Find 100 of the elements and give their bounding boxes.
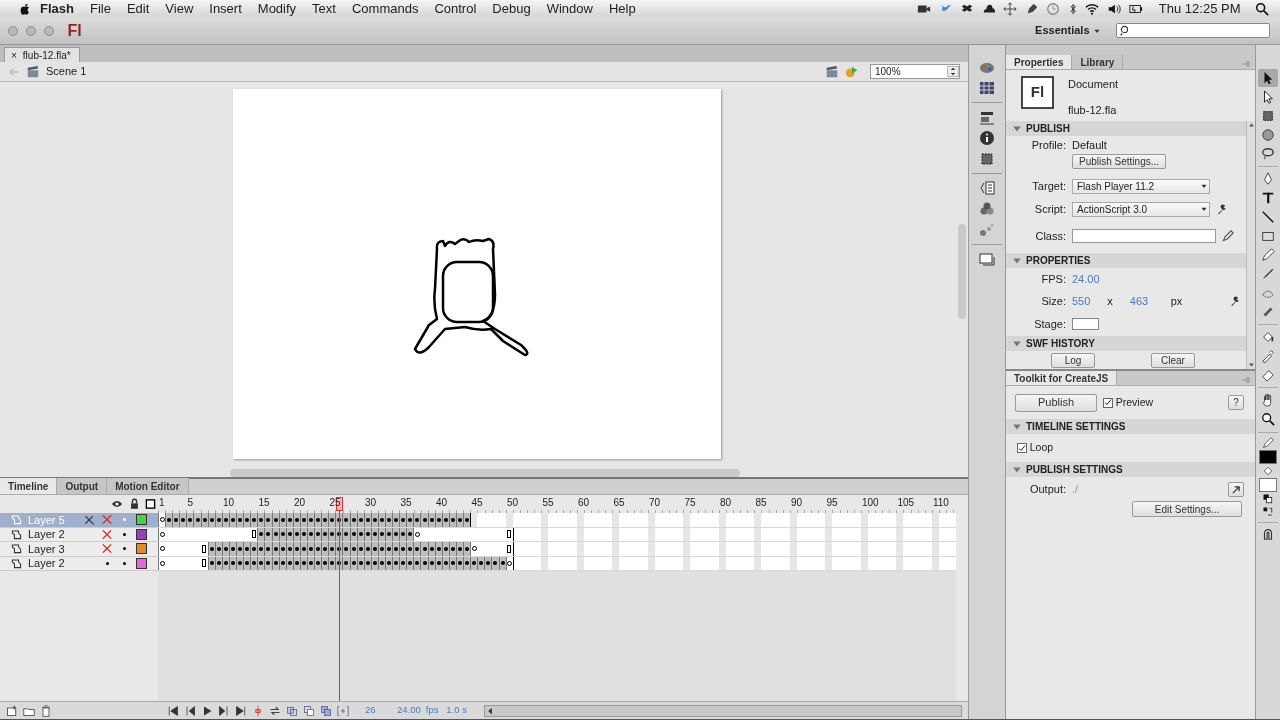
stage-color-swatch[interactable]: [1072, 318, 1099, 330]
paint-bucket-icon[interactable]: [1261, 330, 1275, 344]
menu-item[interactable]: Debug: [484, 0, 539, 19]
section-header[interactable]: PUBLISH: [1006, 121, 1246, 136]
free-transform-icon[interactable]: [1261, 109, 1275, 123]
edit-scene-icon[interactable]: [825, 64, 839, 79]
preview-label[interactable]: Preview: [1115, 394, 1154, 411]
edit-settings-button[interactable]: Edit Settings...: [1132, 501, 1242, 517]
project-icon[interactable]: [979, 251, 995, 267]
first-frame-icon[interactable]: [167, 704, 179, 717]
unlocked-dot[interactable]: [122, 561, 126, 565]
unlocked-dot[interactable]: [122, 532, 126, 536]
workspace-switcher[interactable]: Essentials: [1035, 22, 1090, 39]
stroke-color-swatch[interactable]: [1259, 450, 1277, 464]
clock-text[interactable]: Thu 12:25 PM: [1150, 0, 1249, 19]
swap-colors-icon[interactable]: [1262, 506, 1274, 518]
info-icon[interactable]: [979, 130, 995, 146]
layer-color-swatch[interactable]: [136, 515, 146, 525]
visible-dot[interactable]: [105, 561, 109, 565]
scroll-down-icon[interactable]: [1247, 361, 1256, 369]
wrench-icon[interactable]: [1216, 203, 1228, 215]
rectangle-tool-icon[interactable]: [1261, 229, 1275, 243]
brush-tool-icon[interactable]: [1261, 267, 1275, 281]
hidden-x-icon[interactable]: [101, 543, 113, 555]
lasso-icon[interactable]: [1261, 147, 1275, 161]
stepper-icon[interactable]: [947, 65, 959, 78]
text-tool-icon[interactable]: [1261, 191, 1275, 205]
snap-magnet-icon[interactable]: [1261, 527, 1275, 541]
menu-item[interactable]: Window: [538, 0, 601, 19]
frame-span[interactable]: [158, 542, 514, 556]
clapper-icon[interactable]: [26, 64, 40, 79]
next-frame-icon[interactable]: [218, 704, 230, 717]
menu-item[interactable]: Insert: [201, 0, 250, 19]
outline-icon[interactable]: [145, 498, 156, 510]
eye-icon[interactable]: [111, 498, 123, 510]
pencil-icon[interactable]: [1222, 230, 1234, 242]
layer-row[interactable]: Layer 3: [0, 542, 158, 557]
onion-markers-icon[interactable]: [337, 704, 349, 717]
new-layer-icon[interactable]: [6, 704, 18, 717]
menu-item[interactable]: Commands: [343, 0, 427, 19]
panel-tab[interactable]: Motion Editor: [107, 478, 189, 494]
fill-color-swatch[interactable]: [1259, 478, 1277, 492]
script-dropdown[interactable]: ActionScript 3.0: [1072, 201, 1210, 217]
publish-settings-button[interactable]: Publish Settings...: [1072, 153, 1167, 169]
panel-tab[interactable]: Properties: [1006, 55, 1073, 69]
layer-name[interactable]: Layer 2: [22, 526, 80, 543]
last-frame-icon[interactable]: [235, 704, 247, 717]
layer-color-swatch[interactable]: [136, 558, 146, 568]
open-output-button[interactable]: [1228, 481, 1244, 497]
move-icon[interactable]: [1002, 1, 1019, 16]
menu-item[interactable]: View: [157, 0, 202, 19]
align-icon[interactable]: [979, 109, 995, 125]
grid-icon[interactable]: [979, 80, 995, 96]
frame-span[interactable]: [158, 556, 514, 570]
unlocked-dot[interactable]: [122, 518, 126, 522]
loop-label[interactable]: Loop: [1029, 440, 1054, 456]
wifi-icon[interactable]: [1084, 1, 1101, 16]
layer-color-swatch[interactable]: [136, 544, 146, 554]
menu-item[interactable]: Text: [304, 0, 344, 19]
loop-checkbox[interactable]: [1017, 443, 1027, 453]
search-field[interactable]: [1116, 23, 1270, 38]
history-button[interactable]: Log: [1051, 352, 1095, 368]
search-icon[interactable]: [1254, 1, 1270, 16]
menu-item[interactable]: Control: [426, 0, 485, 19]
target-dropdown[interactable]: Flash Player 11.2: [1072, 178, 1210, 194]
section-header[interactable]: PROPERTIES: [1006, 253, 1246, 268]
unlocked-dot[interactable]: [122, 547, 126, 551]
section-header[interactable]: PUBLISH SETTINGS: [1006, 462, 1255, 477]
onion-outline-icon[interactable]: [303, 704, 315, 717]
menu-item[interactable]: File: [81, 0, 119, 19]
hidden-x-icon[interactable]: [101, 528, 113, 540]
history-button[interactable]: Clear: [1151, 352, 1195, 368]
preview-checkbox[interactable]: [1103, 397, 1113, 408]
play-icon[interactable]: [201, 704, 213, 717]
scroll-up-icon[interactable]: [1247, 121, 1256, 129]
lock-icon[interactable]: [128, 498, 140, 510]
eraser-icon[interactable]: [1261, 368, 1275, 382]
class-field[interactable]: [1072, 229, 1216, 243]
motion-presets-icon[interactable]: [979, 222, 995, 238]
code-snippets-icon[interactable]: [979, 180, 995, 196]
layer-name[interactable]: Layer 3: [22, 540, 80, 557]
fill-bucket-icon[interactable]: [1262, 465, 1274, 477]
prev-frame-icon[interactable]: [184, 704, 196, 717]
transform-panel-icon[interactable]: [979, 151, 995, 167]
zoom-select[interactable]: 100%: [870, 64, 960, 79]
bone-tool-icon[interactable]: [1261, 305, 1275, 319]
timeline-scrollbar[interactable]: [483, 704, 962, 717]
menu-item[interactable]: Modify: [249, 0, 305, 19]
section-header[interactable]: SWF HISTORY: [1006, 336, 1246, 351]
height-value[interactable]: 463: [1129, 292, 1149, 310]
pen-tool-icon[interactable]: [1261, 172, 1275, 186]
subselection-tool-icon[interactable]: [1261, 90, 1275, 104]
help-button[interactable]: ?: [1228, 395, 1244, 410]
frame-span[interactable]: [158, 513, 472, 527]
edit-frames-icon[interactable]: [320, 704, 332, 717]
frame-span[interactable]: [158, 527, 514, 541]
close-tab-button[interactable]: ×: [11, 47, 17, 63]
wrench-icon[interactable]: [1228, 295, 1241, 307]
layer-color-swatch[interactable]: [136, 529, 146, 539]
width-value[interactable]: 550: [1072, 292, 1091, 310]
